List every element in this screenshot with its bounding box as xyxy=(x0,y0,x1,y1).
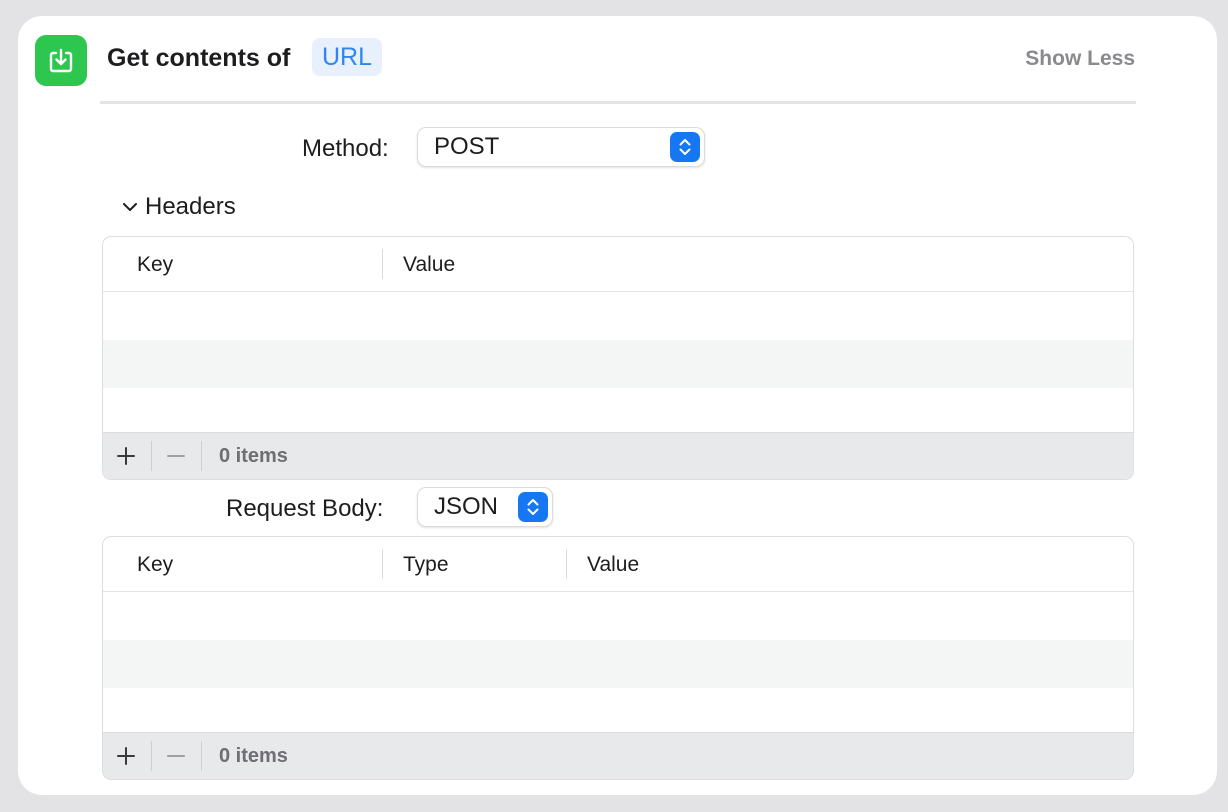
method-label: Method: xyxy=(302,135,389,162)
up-down-chevron-icon xyxy=(518,492,548,522)
column-header-key: Key xyxy=(137,553,174,576)
show-less-button[interactable]: Show Less xyxy=(1025,46,1135,72)
add-field-button[interactable] xyxy=(111,741,141,771)
minus-icon xyxy=(167,455,185,457)
remove-header-button[interactable] xyxy=(161,441,191,471)
footer-divider xyxy=(151,441,152,471)
table-row xyxy=(103,292,1133,340)
headers-section-label[interactable]: Headers xyxy=(145,192,236,222)
column-header-key: Key xyxy=(137,253,174,276)
headers-items-count: 0 items xyxy=(219,445,288,467)
request-body-table-footer: 0 items xyxy=(103,732,1133,779)
up-down-chevron-icon xyxy=(670,132,700,162)
header-divider xyxy=(100,101,1136,104)
headers-table-header: Key Value xyxy=(103,237,1133,292)
request-body-value: JSON xyxy=(434,493,499,520)
table-row xyxy=(103,688,1133,732)
headers-table-footer: 0 items xyxy=(103,432,1133,479)
request-body-popup[interactable]: JSON xyxy=(417,487,553,527)
headers-table: Key Value 0 items xyxy=(102,236,1134,480)
table-row xyxy=(103,340,1133,388)
action-card: Get contents of URL Show Less Method: PO… xyxy=(18,16,1217,795)
footer-divider xyxy=(201,441,202,471)
column-header-value: Value xyxy=(587,553,640,576)
add-header-button[interactable] xyxy=(111,441,141,471)
request-body-items-count: 0 items xyxy=(219,745,288,767)
minus-icon xyxy=(167,755,185,757)
column-divider[interactable] xyxy=(382,249,383,279)
footer-divider xyxy=(201,741,202,771)
chevron-down-icon[interactable] xyxy=(120,194,140,220)
action-title: Get contents of xyxy=(107,44,291,72)
column-header-type: Type xyxy=(403,553,449,576)
method-popup[interactable]: POST xyxy=(417,127,705,167)
request-body-table-header: Key Type Value xyxy=(103,537,1133,592)
table-row xyxy=(103,592,1133,640)
column-header-value: Value xyxy=(403,253,456,276)
table-row xyxy=(103,640,1133,688)
method-value: POST xyxy=(434,133,500,160)
url-variable-token[interactable]: URL xyxy=(312,38,382,76)
plus-icon xyxy=(117,747,135,765)
download-tray-icon xyxy=(35,35,87,86)
plus-icon xyxy=(117,447,135,465)
remove-field-button[interactable] xyxy=(161,741,191,771)
footer-divider xyxy=(151,741,152,771)
column-divider[interactable] xyxy=(382,549,383,579)
request-body-label: Request Body: xyxy=(226,495,384,522)
column-divider[interactable] xyxy=(566,549,567,579)
table-row xyxy=(103,388,1133,432)
request-body-table: Key Type Value 0 items xyxy=(102,536,1134,780)
